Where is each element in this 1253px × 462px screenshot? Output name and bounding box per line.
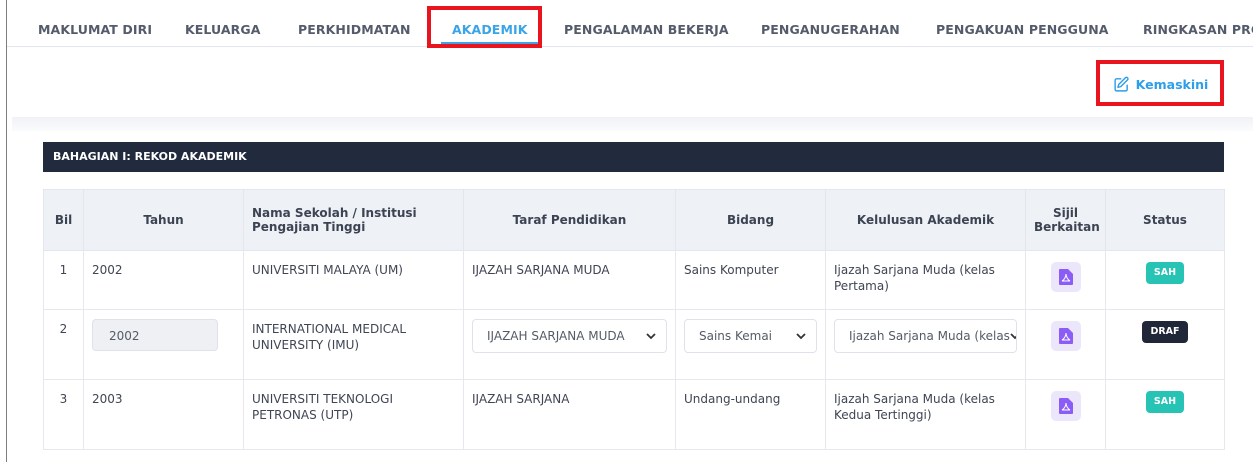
- table-row: 2 2002 INTERNATIONAL MEDICAL UNIVERSITY …: [43, 309, 1225, 380]
- cell-tahun: 2002: [83, 250, 244, 310]
- pdf-file-icon[interactable]: [1050, 262, 1081, 292]
- cell-status: SAH: [1105, 379, 1225, 450]
- window-border: [6, 0, 7, 462]
- tab-maklumat-diri[interactable]: MAKLUMAT DIRI: [38, 0, 152, 46]
- highlight-box-update: [1096, 60, 1224, 106]
- panel-separator: [12, 117, 1253, 131]
- cell-kelulusan: Ijazah Sarjana Muda (kelas Kedua Terting…: [825, 379, 1026, 450]
- cell-bil: 3: [43, 379, 84, 450]
- cell-tahun: 2003: [83, 379, 244, 450]
- profile-tabs: MAKLUMAT DIRI KELUARGA PERKHIDMATAN AKAD…: [7, 0, 1253, 47]
- highlight-box-tab: [427, 6, 542, 48]
- header-taraf: Taraf Pendidikan: [463, 189, 676, 251]
- tahun-input[interactable]: 2002: [92, 319, 218, 351]
- cell-sijil: [1025, 250, 1106, 310]
- cell-bidang: Sains Kemai: [675, 309, 826, 380]
- status-badge: SAH: [1145, 262, 1185, 284]
- tab-pengalaman-bekerja[interactable]: PENGALAMAN BEKERJA: [564, 0, 729, 46]
- header-bidang: Bidang: [675, 189, 826, 251]
- cell-bidang: Undang-undang: [675, 379, 826, 450]
- cell-sijil: [1025, 379, 1106, 450]
- cell-institusi: UNIVERSITI TEKNOLOGI PETRONAS (UTP): [243, 379, 464, 450]
- kelulusan-select-value: Ijazah Sarjana Muda (kelas: [849, 329, 1010, 343]
- tab-pengakuan-pengguna[interactable]: PENGAKUAN PENGGUNA: [936, 0, 1109, 46]
- cell-status: SAH: [1105, 250, 1225, 310]
- cell-bidang: Sains Komputer: [675, 250, 826, 310]
- status-badge: SAH: [1145, 391, 1185, 413]
- section-title: BAHAGIAN I: REKOD AKADEMIK: [43, 142, 1224, 172]
- chevron-down-icon: [796, 333, 806, 340]
- cell-sijil: [1025, 309, 1106, 380]
- cell-institusi: UNIVERSITI MALAYA (UM): [243, 250, 464, 310]
- kelulusan-select[interactable]: Ijazah Sarjana Muda (kelas: [834, 319, 1017, 353]
- status-badge: DRAF: [1142, 321, 1188, 343]
- pdf-file-icon[interactable]: [1050, 391, 1081, 421]
- header-bil: Bil: [43, 189, 84, 251]
- table-row: 1 2002 UNIVERSITI MALAYA (UM) IJAZAH SAR…: [43, 250, 1225, 310]
- chevron-down-icon: [646, 333, 656, 340]
- academic-table: Bil Tahun Nama Sekolah / Institusi Penga…: [43, 189, 1225, 450]
- cell-taraf: IJAZAH SARJANA: [463, 379, 676, 450]
- cell-kelulusan: Ijazah Sarjana Muda (kelas: [825, 309, 1026, 380]
- header-status: Status: [1105, 189, 1225, 251]
- header-sijil: Sijil Berkaitan: [1025, 189, 1106, 251]
- cell-status: DRAF: [1105, 309, 1225, 380]
- tab-perkhidmatan[interactable]: PERKHIDMATAN: [298, 0, 411, 46]
- taraf-select[interactable]: IJAZAH SARJANA MUDA: [472, 319, 667, 353]
- header-kelulusan: Kelulusan Akademik: [825, 189, 1026, 251]
- tab-penganugerahan[interactable]: PENGANUGERAHAN: [761, 0, 900, 46]
- cell-institusi: INTERNATIONAL MEDICAL UNIVERSITY (IMU): [243, 309, 464, 380]
- table-header-row: Bil Tahun Nama Sekolah / Institusi Penga…: [43, 189, 1225, 251]
- cell-bil: 2: [43, 309, 84, 380]
- cell-taraf: IJAZAH SARJANA MUDA: [463, 250, 676, 310]
- bidang-select-value: Sains Kemai: [699, 329, 773, 343]
- header-institusi: Nama Sekolah / Institusi Pengajian Tingg…: [243, 189, 464, 251]
- taraf-select-value: IJAZAH SARJANA MUDA: [487, 329, 625, 343]
- header-tahun: Tahun: [83, 189, 244, 251]
- pdf-file-icon[interactable]: [1050, 321, 1081, 351]
- tab-ringkasan-pro[interactable]: RINGKASAN PRO: [1143, 0, 1253, 46]
- cell-kelulusan: Ijazah Sarjana Muda (kelas Pertama): [825, 250, 1026, 310]
- cell-taraf: IJAZAH SARJANA MUDA: [463, 309, 676, 380]
- cell-bil: 1: [43, 250, 84, 310]
- table-row: 3 2003 UNIVERSITI TEKNOLOGI PETRONAS (UT…: [43, 379, 1225, 450]
- cell-tahun: 2002: [83, 309, 244, 380]
- chevron-down-icon: [1010, 333, 1016, 340]
- bidang-select[interactable]: Sains Kemai: [684, 319, 817, 353]
- tab-keluarga[interactable]: KELUARGA: [185, 0, 261, 46]
